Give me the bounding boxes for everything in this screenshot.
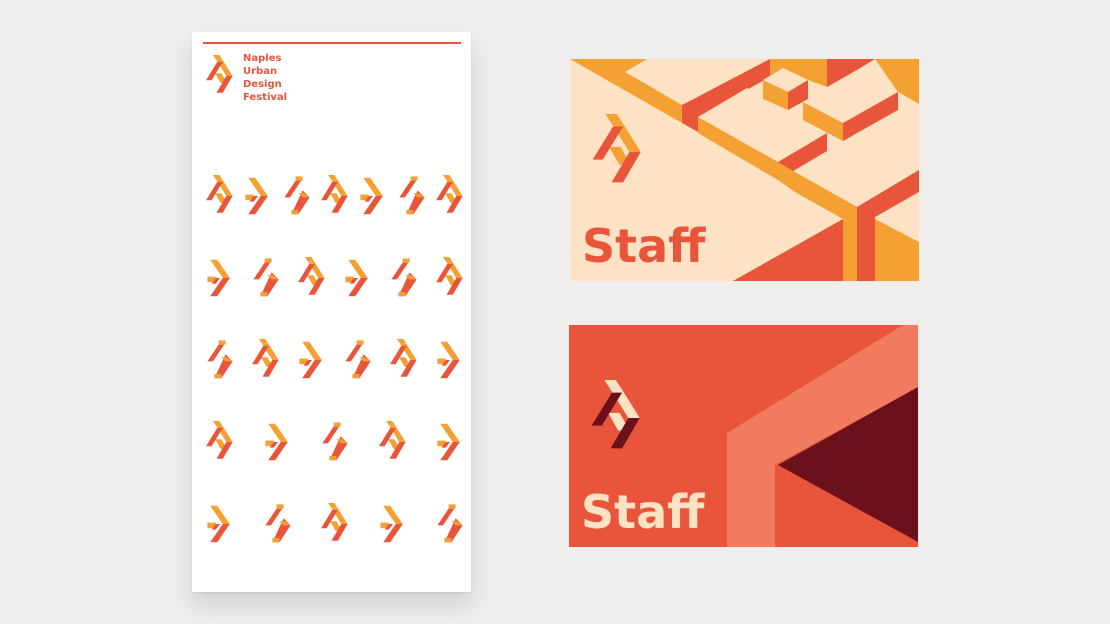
staff-label: Staff <box>581 485 705 539</box>
logo-variant-icon <box>436 502 464 546</box>
logo-variant-icon <box>206 338 234 382</box>
title-line: Design <box>243 79 282 90</box>
glyph-row <box>206 413 464 471</box>
logo-variant-icon <box>436 256 464 300</box>
staff-badge-light: Staff <box>570 59 919 281</box>
logo-variant-icon <box>283 174 311 218</box>
logo-variant-icon <box>436 174 464 218</box>
logo-variant-icon <box>344 256 372 300</box>
logo-variant-icon <box>252 256 280 300</box>
logo-variant-icon <box>390 256 418 300</box>
title-line: Festival <box>243 92 288 103</box>
festival-logo-icon <box>588 114 648 190</box>
logo-variant-icon <box>206 174 234 218</box>
staff-label: Staff <box>582 219 706 273</box>
logo-variant-icon <box>298 256 326 300</box>
logo-variant-icon <box>264 420 292 464</box>
festival-logo-icon <box>206 54 234 98</box>
title-line: Naples <box>243 53 282 64</box>
title-line: Urban <box>243 66 278 77</box>
poster-title: Naples Urban Design Festival <box>243 52 287 104</box>
logo-variant-icon <box>252 338 280 382</box>
logo-variant-icon <box>206 502 234 546</box>
logo-variant-icon <box>359 174 387 218</box>
logo-variant-icon <box>398 174 426 218</box>
logo-variant-icon <box>244 174 272 218</box>
glyph-row <box>206 249 464 307</box>
logo-variant-icon <box>436 420 464 464</box>
staff-badge-dark: Staff <box>569 325 918 547</box>
logo-variant-icon <box>321 502 349 546</box>
logo-variant-icon <box>321 174 349 218</box>
logo-variant-icon <box>206 420 234 464</box>
logo-variations-grid <box>206 167 464 577</box>
logo-variant-icon <box>321 420 349 464</box>
poster-top-rule <box>203 42 461 44</box>
glyph-row <box>206 167 464 225</box>
logo-variant-icon <box>379 420 407 464</box>
logo-variant-icon <box>390 338 418 382</box>
logo-variant-icon <box>379 502 407 546</box>
logo-variant-icon <box>436 338 464 382</box>
logo-variant-icon <box>298 338 326 382</box>
festival-logo-icon <box>591 380 640 449</box>
glyph-row <box>206 495 464 553</box>
festival-poster: Naples Urban Design Festival <box>192 32 471 592</box>
glyph-row <box>206 331 464 389</box>
logo-variant-icon <box>206 256 234 300</box>
logo-variant-icon <box>264 502 292 546</box>
logo-variant-icon <box>344 338 372 382</box>
